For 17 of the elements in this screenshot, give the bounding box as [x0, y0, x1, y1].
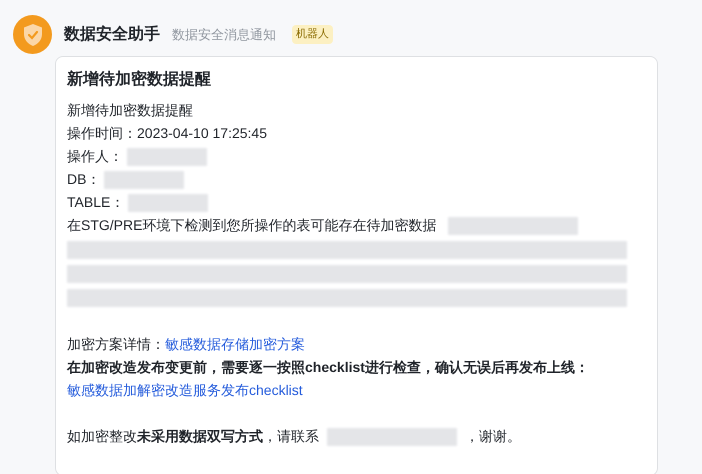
bot-tag: 机器人: [292, 25, 333, 44]
avatar-icon: [13, 15, 52, 54]
message-line: DB：: [67, 170, 100, 189]
message-line: 新增待加密数据提醒: [67, 101, 193, 120]
message-line: 操作人：: [67, 147, 123, 166]
sender-subtitle: 数据安全消息通知: [172, 26, 276, 44]
contact-text: 如加密整改未采用数据双写方式，请联系: [67, 427, 319, 446]
message-title: 新增待加密数据提醒: [67, 69, 212, 90]
sender-name: 数据安全助手: [64, 24, 160, 44]
details-link[interactable]: 敏感数据存储加密方案: [165, 333, 305, 356]
contact-end: ，谢谢。: [465, 427, 521, 446]
checklist-text: 在加密改造发布变更前，需要逐一按照checklist进行检查，确认无误后再发布上线：: [67, 358, 590, 377]
checklist-link[interactable]: 敏感数据加解密改造服务发布checklist: [67, 379, 646, 402]
message-line: 在STG/PRE环境下检测到您所操作的表可能存在待加密数据: [67, 216, 436, 235]
message-line: TABLE：: [67, 193, 124, 212]
details-label: 加密方案详情：: [67, 335, 165, 354]
message-line: 操作时间：2023-04-10 17:25:45: [67, 124, 267, 143]
